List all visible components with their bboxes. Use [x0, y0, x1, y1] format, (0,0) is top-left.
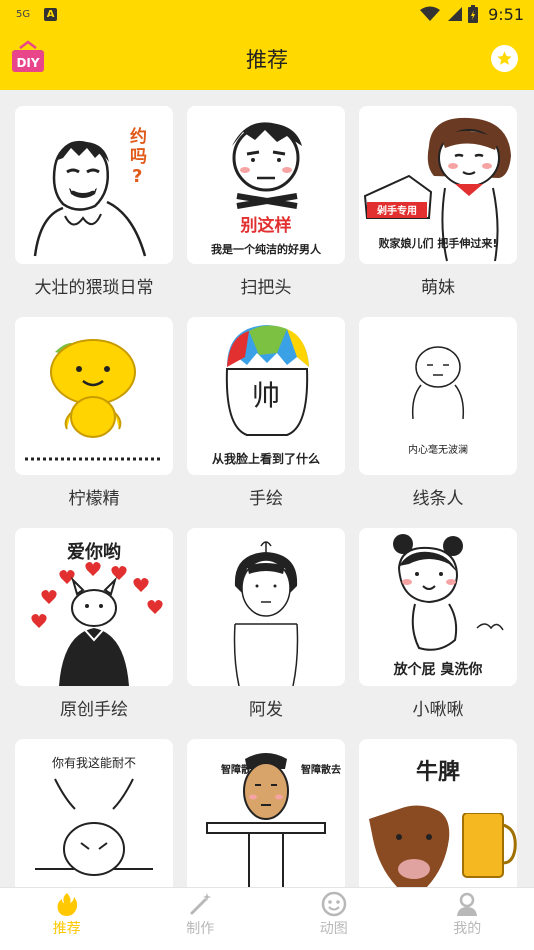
sticker-card-row4-2[interactable]: 智障散去 智障散去	[180, 739, 352, 887]
sticker-label: 扫把头	[240, 278, 292, 298]
status-time: 9:51	[488, 4, 524, 24]
signal-icon	[448, 7, 463, 21]
nav-mine[interactable]: 我的	[401, 888, 534, 950]
app-header: DIY 推荐	[0, 28, 534, 90]
caption-char-3: ?	[132, 166, 142, 187]
sticker-card-xiaojiujiu[interactable]: 放个屁 臭洗你 小啾啾	[352, 528, 524, 722]
bottom-nav: 推荐 制作 动图 我的	[0, 887, 534, 950]
sticker-card-ningmengjing[interactable]: 柠檬精	[8, 317, 180, 511]
nav-label: 推荐	[52, 921, 81, 937]
notification-a-icon: A	[44, 7, 58, 21]
status-bar: 5G A 9:51	[0, 0, 534, 28]
sticker-caption: 败家娘儿们 把手伸过来!	[379, 236, 498, 250]
sticker-thumbnail[interactable]: 别这样 我是一个纯洁的好男人	[187, 106, 345, 264]
network-indicator: 5G	[16, 8, 31, 20]
sticker-card-yuanchuang[interactable]: 爱你哟 原创手绘	[8, 528, 180, 722]
favorite-button[interactable]	[491, 45, 518, 72]
sticker-label: 小啾啾	[412, 700, 464, 720]
flame-icon	[57, 893, 77, 916]
sticker-grid: 约 吗 ? 大壮的猥琐日常 别这样 我是一个纯洁的好男人 扫把头 剁手专用 败家…	[0, 90, 534, 887]
face-text: 帅	[252, 379, 280, 412]
sticker-thumbnail[interactable]: 剁手专用 败家娘儿们 把手伸过来!	[359, 106, 517, 264]
sticker-card-mengmei[interactable]: 剁手专用 败家娘儿们 把手伸过来! 萌妹	[352, 106, 524, 300]
nav-make[interactable]: 制作	[134, 888, 268, 950]
sticker-label: 阿发	[249, 700, 283, 720]
sticker-caption: 爱你哟	[67, 541, 121, 563]
sticker-label: 大壮的猥琐日常	[34, 278, 154, 298]
sticker-label: 线条人	[412, 489, 464, 509]
sticker-caption: 牛脾	[416, 759, 460, 785]
sticker-label: 原创手绘	[60, 700, 128, 720]
nav-label: 动图	[319, 921, 348, 937]
user-icon	[457, 892, 478, 916]
sticker-thumbnail[interactable]: 你有我这能耐不	[15, 739, 173, 887]
magic-wand-icon	[190, 893, 212, 915]
sticker-thumbnail[interactable]	[15, 317, 173, 475]
sticker-thumbnail[interactable]: 放个屁 臭洗你	[359, 528, 517, 686]
sticker-badge: 剁手专用	[376, 204, 417, 217]
sticker-caption-2: 我是一个纯洁的好男人	[211, 242, 322, 256]
page-title: 推荐	[246, 48, 288, 72]
sticker-card-row4-1[interactable]: 你有我这能耐不	[8, 739, 180, 887]
sticker-caption-right: 智障散去	[301, 763, 341, 776]
battery-icon	[468, 5, 479, 23]
nav-label: 制作	[186, 921, 215, 937]
sticker-label: 萌妹	[421, 278, 455, 298]
star-icon	[497, 51, 512, 65]
nav-gif[interactable]: 动图	[267, 888, 401, 950]
sticker-caption: 放个屁 臭洗你	[393, 661, 483, 678]
sticker-card-xiantiaoren[interactable]: 内心毫无波澜 线条人	[352, 317, 524, 511]
caption-char-2: 吗	[130, 147, 147, 167]
sticker-thumbnail[interactable]: 内心毫无波澜	[359, 317, 517, 475]
nav-recommend[interactable]: 推荐	[0, 888, 134, 950]
sticker-thumbnail[interactable]: 帅 从我脸上看到了什么	[187, 317, 345, 475]
sticker-label: 手绘	[249, 489, 283, 509]
diy-logo[interactable]: DIY	[10, 40, 46, 76]
smiley-icon	[321, 891, 346, 917]
logo-text: DIY	[16, 56, 39, 70]
caption-char-1: 约	[130, 126, 147, 147]
sticker-card-shouhui[interactable]: 帅 从我脸上看到了什么 手绘	[180, 317, 352, 511]
sticker-caption: 从我脸上看到了什么	[212, 451, 320, 466]
sticker-thumbnail[interactable]	[187, 528, 345, 686]
sticker-caption: 内心毫无波澜	[408, 443, 468, 456]
sticker-thumbnail[interactable]: 约 吗 ?	[15, 106, 173, 264]
sticker-thumbnail[interactable]: 爱你哟	[15, 528, 173, 686]
sticker-caption: 别这样	[240, 215, 292, 236]
wifi-icon	[420, 6, 441, 21]
sticker-thumbnail[interactable]: 智障散去 智障散去	[187, 739, 345, 887]
sticker-card-saobatou[interactable]: 别这样 我是一个纯洁的好男人 扫把头	[180, 106, 352, 300]
sticker-card-afa[interactable]: 阿发	[180, 528, 352, 722]
nav-label: 我的	[453, 921, 482, 937]
sticker-card-row4-3[interactable]: 牛脾	[352, 739, 524, 887]
sticker-card-dazhuang[interactable]: 约 吗 ? 大壮的猥琐日常	[8, 106, 180, 300]
sticker-caption: 你有我这能耐不	[52, 755, 136, 770]
sticker-label: 柠檬精	[68, 489, 120, 509]
sticker-thumbnail[interactable]: 牛脾	[359, 739, 517, 887]
